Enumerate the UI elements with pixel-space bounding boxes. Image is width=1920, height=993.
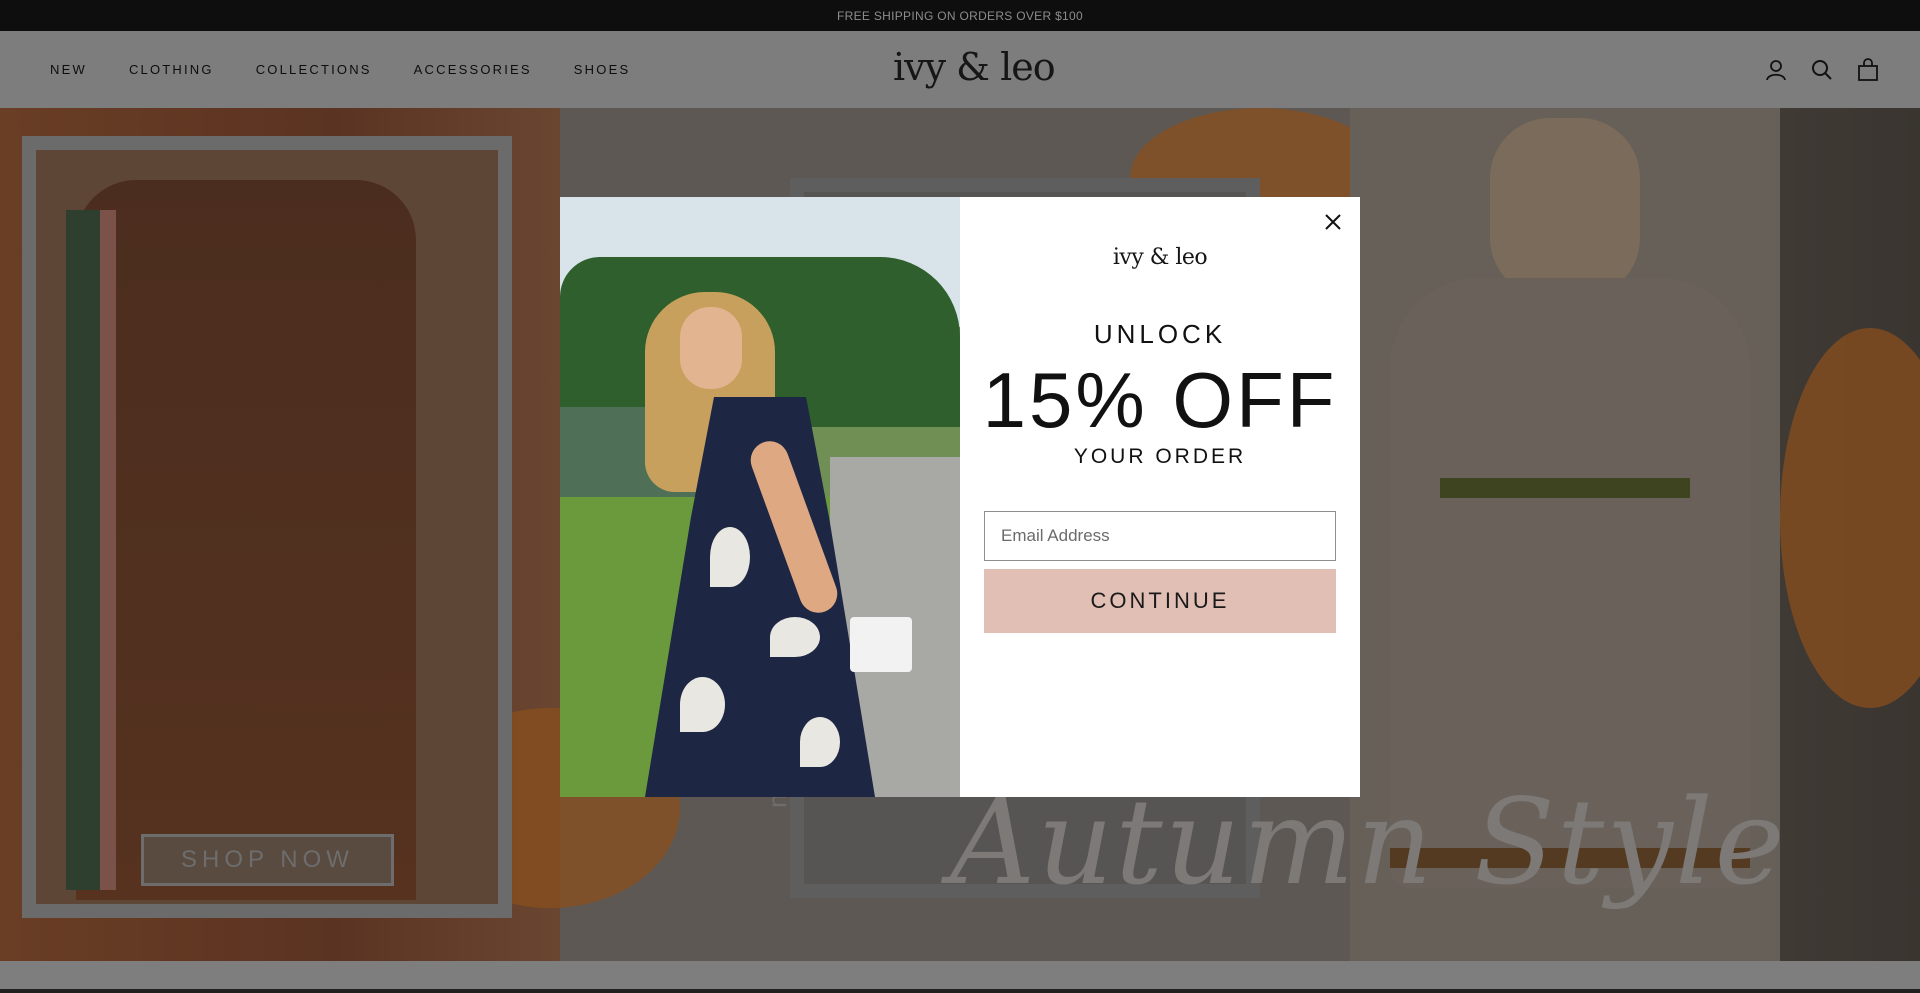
site-header: NEW CLOTHING COLLECTIONS ACCESSORIES SHO… xyxy=(0,31,1920,108)
close-icon[interactable] xyxy=(1320,209,1346,235)
divider xyxy=(0,989,1920,993)
popup-logo: ivy & leo xyxy=(1112,245,1208,270)
popup-discount-text: 15% OFF xyxy=(982,356,1338,444)
popup-subline: YOUR ORDER xyxy=(1073,445,1247,468)
dress-trim xyxy=(66,210,100,890)
account-icon[interactable] xyxy=(1764,58,1788,82)
nav-item-collections[interactable]: COLLECTIONS xyxy=(256,62,372,77)
cart-icon[interactable] xyxy=(1856,57,1880,82)
popup-photo xyxy=(560,197,960,797)
header-icons xyxy=(1764,31,1880,108)
dress-print xyxy=(710,527,750,587)
nav-item-accessories[interactable]: ACCESSORIES xyxy=(414,62,532,77)
nav-item-new[interactable]: NEW xyxy=(50,62,87,77)
search-icon[interactable] xyxy=(1810,58,1834,82)
main-nav: NEW CLOTHING COLLECTIONS ACCESSORIES SHO… xyxy=(50,31,630,108)
popup-content: ivy & leo UNLOCK 15% OFF YOUR ORDER CONT… xyxy=(960,197,1360,797)
nav-item-shoes[interactable]: SHOES xyxy=(574,62,631,77)
email-field[interactable] xyxy=(984,511,1336,561)
hero-photo-left xyxy=(22,136,512,918)
dress-shape xyxy=(76,180,416,900)
site-logo[interactable]: ivy & leo xyxy=(893,45,1056,89)
popup-unlock-text: UNLOCK xyxy=(1093,319,1227,349)
announcement-text: FREE SHIPPING ON ORDERS OVER $100 xyxy=(837,8,1083,23)
model-head xyxy=(1490,118,1640,298)
model-face xyxy=(680,307,742,389)
newsletter-popup: ivy & leo UNLOCK 15% OFF YOUR ORDER CONT… xyxy=(560,197,1360,797)
dress-print xyxy=(770,617,820,657)
dress-trim xyxy=(100,210,116,890)
dress-belt xyxy=(1440,478,1690,498)
continue-button[interactable]: CONTINUE xyxy=(984,569,1336,633)
nav-item-clothing[interactable]: CLOTHING xyxy=(129,62,214,77)
shop-now-button[interactable]: SHOP NOW xyxy=(141,834,394,886)
dress-print xyxy=(800,717,840,767)
dress-print xyxy=(680,677,725,732)
handbag xyxy=(850,617,912,672)
announcement-bar: FREE SHIPPING ON ORDERS OVER $100 xyxy=(0,0,1920,31)
below-hero-strip xyxy=(0,961,1920,993)
